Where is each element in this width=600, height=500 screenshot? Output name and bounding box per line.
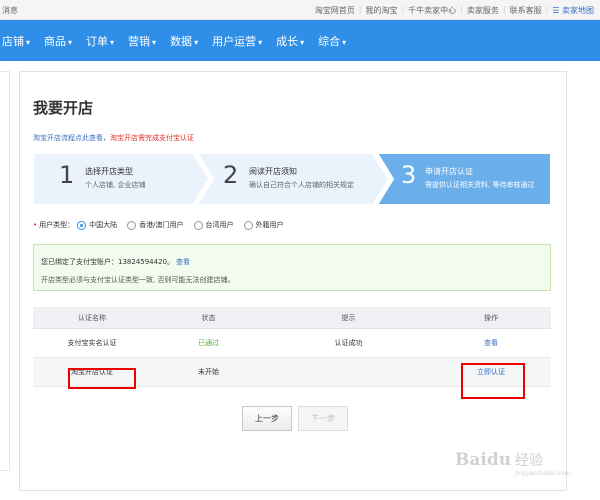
- nav-item-orders[interactable]: 订单 ▾: [86, 33, 114, 49]
- nav-item-label: 店铺: [2, 34, 24, 48]
- radio-label: 外籍用户: [255, 221, 284, 229]
- watermark-url: jingyan.baidu.com: [515, 470, 571, 477]
- radio-unchecked-icon: [243, 220, 253, 230]
- watermark-brand: Baidu: [455, 450, 512, 470]
- nav-item-label: 营销: [128, 34, 151, 48]
- col-header-name: 认证名称: [78, 313, 106, 322]
- chevron-down-icon: ▾: [194, 37, 199, 47]
- chevron-down-icon: ▾: [300, 37, 305, 47]
- nav-item-label: 综合: [318, 34, 341, 48]
- page-title: 我要开店: [33, 99, 94, 117]
- radio-label: 中国大陆: [89, 221, 118, 229]
- seller-map-label: 卖家地图: [562, 6, 594, 15]
- alipay-bound-line: 您已绑定了支付宝账户：13824594420。 查看: [41, 257, 190, 267]
- top-bar-links: 淘宝网首页 | 我的淘宝 | 千牛卖家中心 | 卖家服务 | 联系客服 | ☰ 卖家地图: [314, 5, 594, 16]
- alipay-info-box: 您已绑定了支付宝账户：13824594420。 查看 开店类型必须与支付宝认证类型…: [33, 244, 551, 291]
- view-cert-link[interactable]: 查看: [431, 338, 551, 348]
- step-3-desc: 需提供认证相关资料, 等待审核通过: [425, 181, 535, 189]
- cert-status: 未开始: [198, 368, 219, 376]
- step-2-title: 阅读开店须知: [249, 167, 297, 176]
- main-nav: 店铺 ▾ 商品 ▾ 订单 ▾ 营销 ▾ 数据 ▾ 用户运营 ▾ 成长 ▾ 综合 ▾: [0, 20, 600, 61]
- radio-hk-macau[interactable]: 香港/澳门用户: [127, 220, 184, 230]
- nav-item-goods[interactable]: 商品 ▾: [44, 33, 72, 49]
- radio-mainland[interactable]: 中国大陆: [77, 220, 117, 230]
- user-type-label: 用户类型：: [39, 221, 75, 229]
- top-bar: 消息 淘宝网首页 | 我的淘宝 | 千牛卖家中心 | 卖家服务 | 联系客服 | ☰ 卖家…: [0, 0, 600, 20]
- step-3-title: 申请开店认证: [425, 167, 473, 176]
- steps-progress: 1 选择开店类型 个人店铺, 企业店铺 2 阅读开店须知 确认自己符合个人店铺的…: [33, 153, 551, 205]
- nav-item-label: 数据: [170, 34, 193, 48]
- user-type-group: • 用户类型： 中国大陆 香港/澳门用户 台湾用户 外籍用户: [33, 220, 294, 230]
- link-seller-service[interactable]: 卖家服务: [467, 5, 499, 16]
- chevron-down-icon: ▾: [342, 37, 347, 47]
- highlight-box-cert-name: [68, 368, 136, 389]
- view-alipay-link[interactable]: 查看: [176, 258, 190, 266]
- prev-step-button[interactable]: 上一步: [242, 406, 292, 431]
- chevron-down-icon: ▾: [110, 37, 115, 47]
- link-seller-center[interactable]: 千牛卖家中心: [408, 5, 456, 16]
- nav-item-label: 用户运营: [212, 34, 257, 48]
- col-header-status: 状态: [201, 313, 216, 322]
- required-marker: •: [33, 221, 38, 229]
- chevron-down-icon: ▾: [152, 37, 157, 47]
- radio-foreign[interactable]: 外籍用户: [243, 220, 284, 230]
- step-1-title: 选择开店类型: [85, 167, 133, 176]
- link-my-taobao[interactable]: 我的淘宝: [365, 5, 397, 16]
- radio-checked-icon: [77, 220, 87, 230]
- flow-tip: 淘宝开店流程点此查看，淘宝开店需完成支付宝认证: [33, 133, 194, 143]
- step-1-desc: 个人店铺, 企业店铺: [85, 181, 146, 189]
- alipay-bound-text: 您已绑定了支付宝账户：13824594420。: [41, 258, 174, 266]
- step-2: 2 阅读开店须知 确认自己符合个人店铺的相关规定: [213, 153, 373, 205]
- menu-icon: ☰: [552, 6, 560, 15]
- radio-unchecked-icon: [193, 220, 203, 230]
- baidu-watermark: Baidu 经验 jingyan.baidu.com: [455, 444, 575, 484]
- cert-tip: 认证成功: [334, 339, 363, 347]
- col-header-tip: 提示: [341, 313, 356, 322]
- step-3: 3 申请开店认证 需提供认证相关资料, 等待审核通过: [393, 153, 551, 205]
- radio-unchecked-icon: [127, 220, 137, 230]
- cert-status: 已通过: [198, 339, 219, 347]
- step-1-number: 1: [59, 161, 75, 189]
- alipay-warning-text: 开店类型必须与支付宝认证类型一致, 否则可能无法创建店铺。: [41, 276, 235, 284]
- table-row: 支付宝实名认证 已通过 认证成功 查看: [33, 329, 551, 358]
- nav-item-general[interactable]: 综合 ▾: [318, 33, 346, 49]
- flow-tip-link[interactable]: 淘宝开店流程点此查看，: [33, 134, 110, 142]
- next-step-button[interactable]: 下一步: [298, 406, 348, 431]
- link-contact-service[interactable]: 联系客服: [510, 5, 542, 16]
- nav-item-data[interactable]: 数据 ▾: [170, 33, 198, 49]
- cert-name: 支付宝实名认证: [67, 339, 117, 347]
- link-taobao-home[interactable]: 淘宝网首页: [315, 5, 355, 16]
- radio-taiwan[interactable]: 台湾用户: [193, 220, 234, 230]
- radio-label: 香港/澳门用户: [139, 221, 184, 229]
- watermark-sub: 经验: [515, 453, 543, 469]
- table-header: 认证名称 状态 提示 操作: [33, 307, 551, 329]
- step-1: 1 选择开店类型 个人店铺, 企业店铺: [33, 153, 193, 205]
- chevron-down-icon: ▾: [258, 37, 263, 47]
- chevron-down-icon: ▾: [68, 37, 73, 47]
- top-bar-left-text: 消息: [2, 6, 18, 15]
- nav-item-user-ops[interactable]: 用户运营 ▾: [212, 33, 262, 49]
- col-header-action: 操作: [484, 313, 498, 322]
- chevron-down-icon: ▾: [26, 37, 31, 47]
- nav-item-label: 订单: [86, 34, 109, 48]
- nav-item-label: 商品: [44, 34, 67, 48]
- nav-item-marketing[interactable]: 营销 ▾: [128, 33, 156, 49]
- seller-map-link[interactable]: ☰ 卖家地图: [552, 5, 594, 16]
- step-2-desc: 确认自己符合个人店铺的相关规定: [249, 181, 354, 189]
- nav-item-label: 成长: [276, 34, 299, 48]
- nav-item-growth[interactable]: 成长 ▾: [276, 33, 304, 49]
- nav-item-shop[interactable]: 店铺 ▾: [2, 33, 30, 49]
- highlight-box-cert-action: [461, 363, 525, 399]
- step-2-number: 2: [223, 161, 239, 189]
- step-3-number: 3: [401, 161, 417, 189]
- left-sidebar: [0, 71, 10, 471]
- radio-label: 台湾用户: [205, 221, 234, 229]
- flow-tip-warning[interactable]: 淘宝开店需完成支付宝认证: [110, 134, 194, 142]
